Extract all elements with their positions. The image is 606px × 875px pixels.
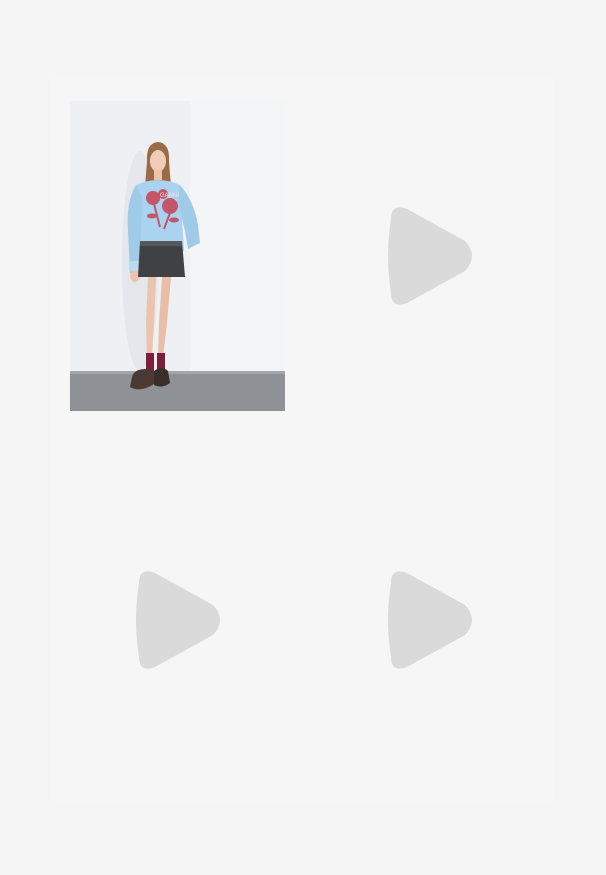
grid-cell-placeholder[interactable] xyxy=(302,74,554,438)
page: GANNI xyxy=(0,0,606,875)
grid-cell-photo[interactable]: GANNI xyxy=(50,74,302,438)
svg-text:GANNI: GANNI xyxy=(160,193,179,199)
play-icon[interactable] xyxy=(373,565,483,675)
grid-cell-placeholder[interactable] xyxy=(302,438,554,802)
play-icon[interactable] xyxy=(373,201,483,311)
product-photo[interactable]: GANNI xyxy=(70,101,285,411)
grid-cell-placeholder[interactable] xyxy=(50,438,302,802)
play-icon[interactable] xyxy=(121,565,231,675)
product-image-grid: GANNI xyxy=(50,74,554,802)
product-photo-illustration: GANNI xyxy=(70,101,285,411)
